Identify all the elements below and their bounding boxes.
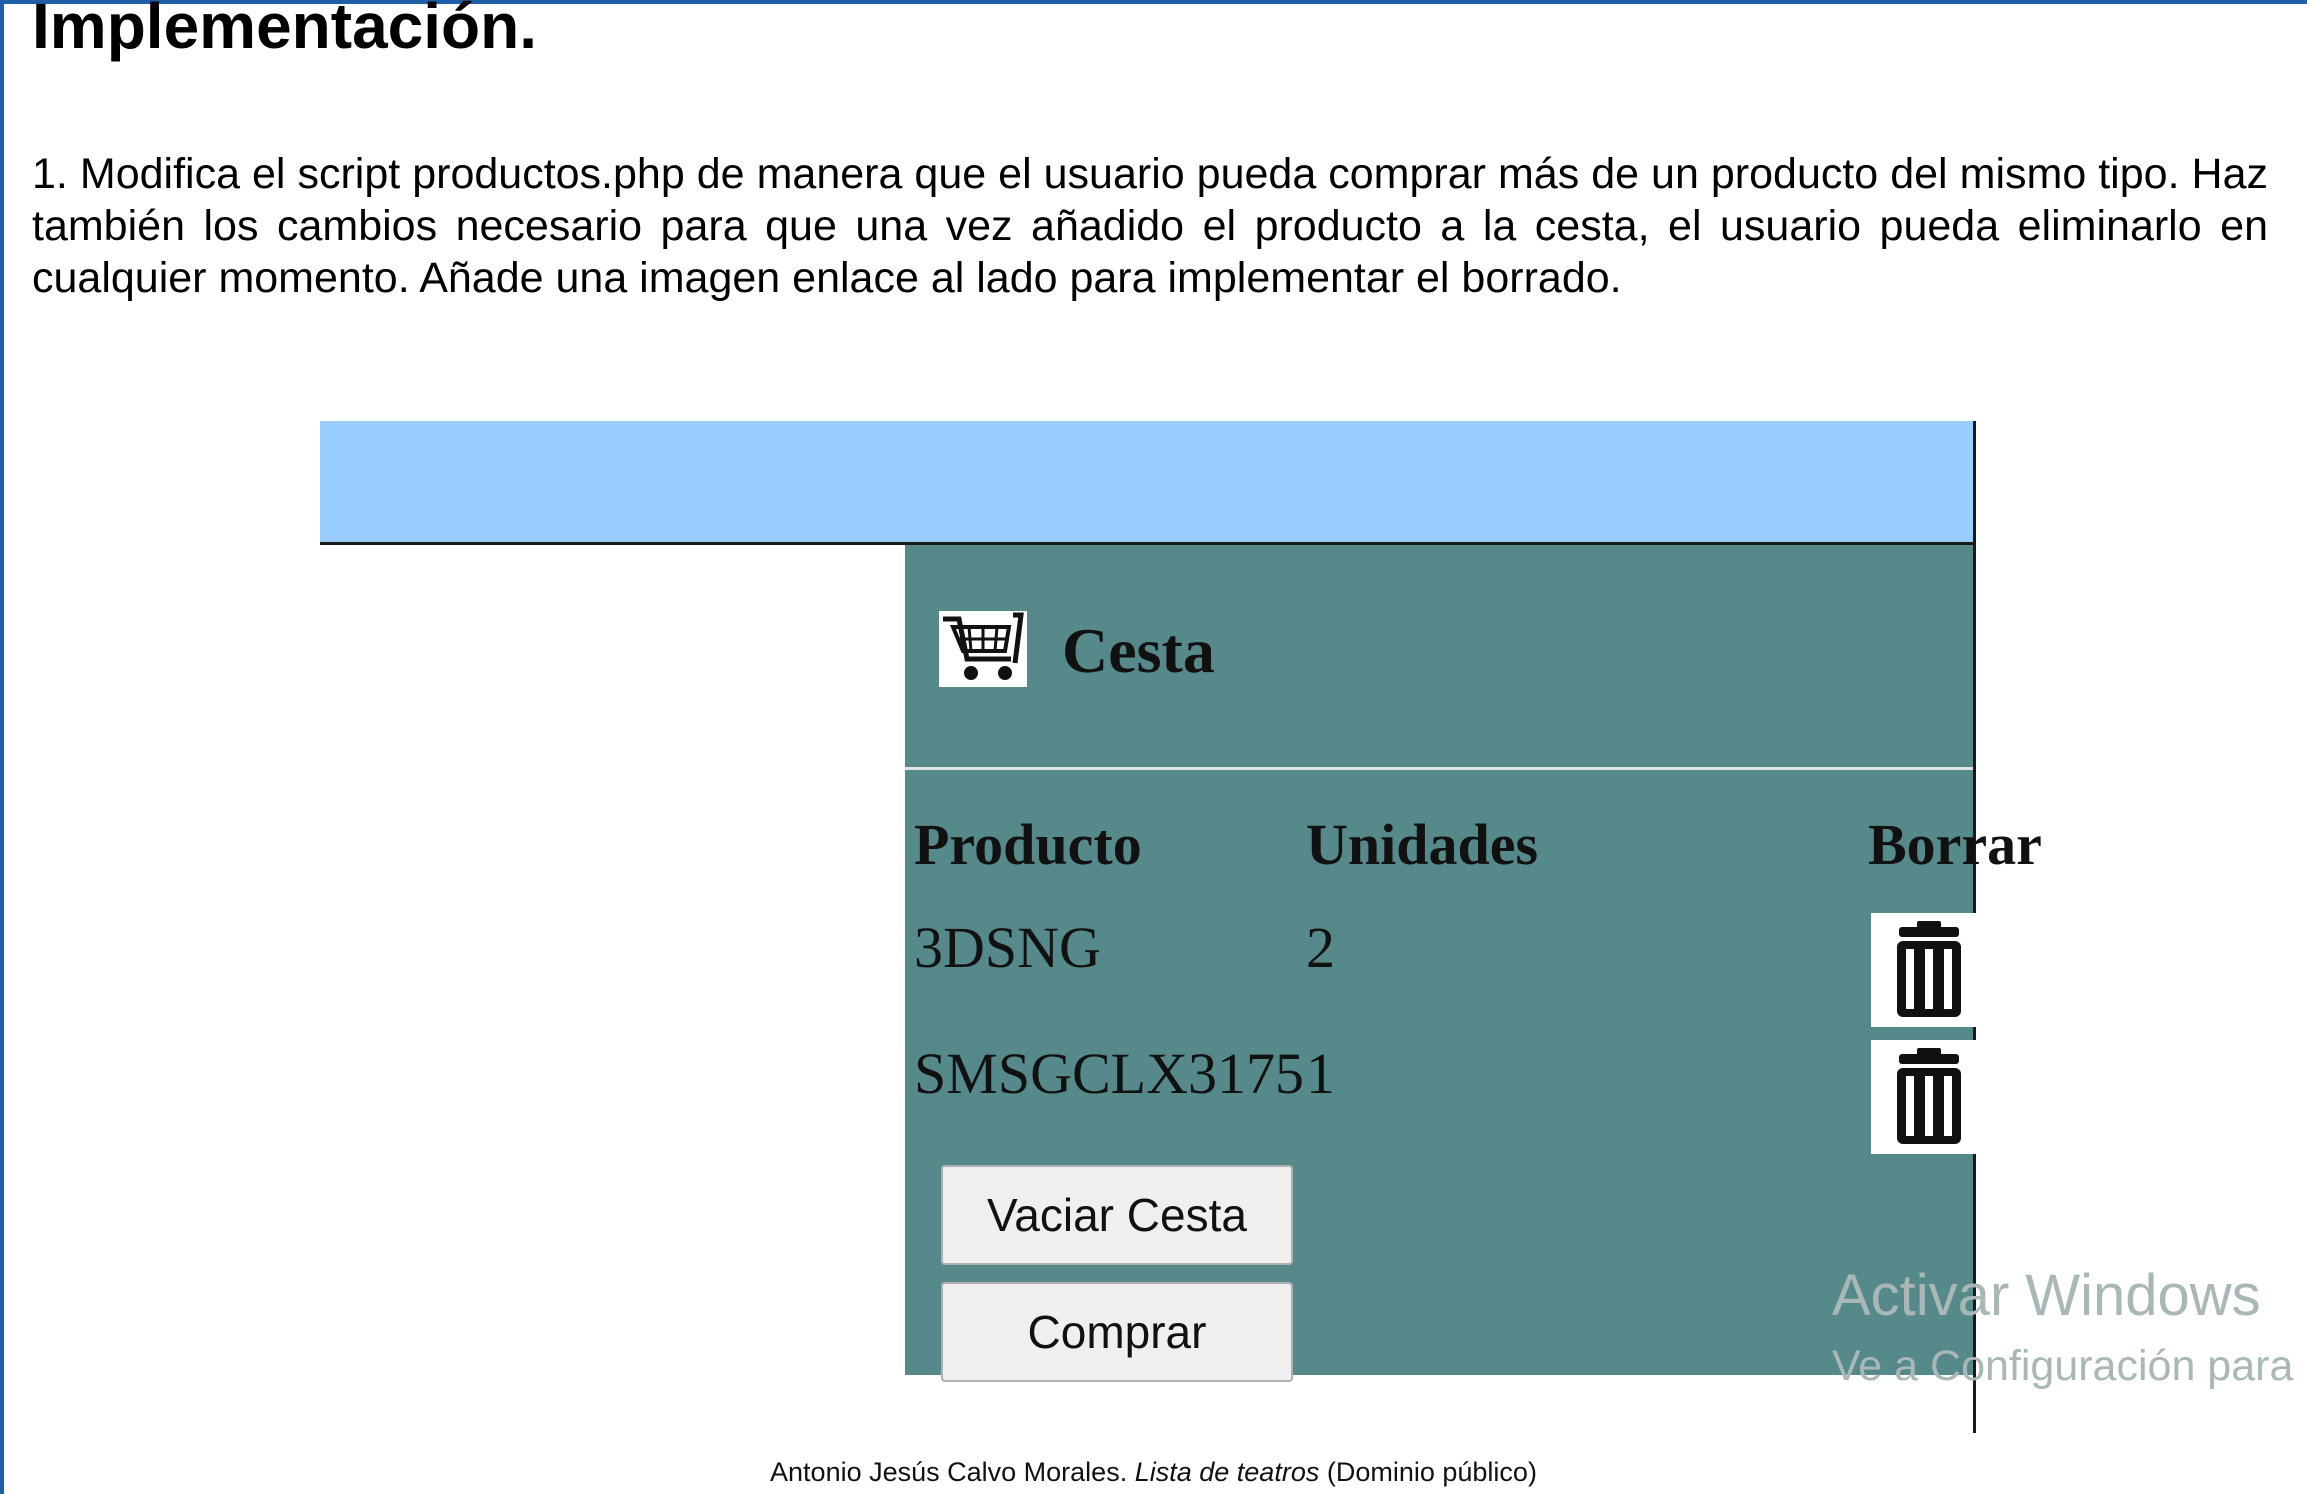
column-header-delete: Borrar [1868, 812, 2042, 877]
shopping-cart-icon [939, 611, 1027, 687]
caption-title: Lista de teatros [1134, 1457, 1320, 1487]
cart-divider [905, 767, 1973, 770]
caption-license: (Dominio público) [1326, 1457, 1537, 1487]
buy-button[interactable]: Comprar [941, 1282, 1293, 1382]
row-product: SMSGCLX3175 [914, 1041, 1304, 1106]
activation-watermark-subtitle: Ve a Configuración para [1832, 1342, 2294, 1390]
header-banner [320, 421, 1973, 545]
trash-icon[interactable] [1871, 913, 1987, 1027]
screenshot-figure: Cesta Producto Unidades Borrar 3DSNG 2 S… [320, 421, 2042, 1433]
caption-author: Antonio Jesús Calvo Morales. [770, 1457, 1128, 1487]
cart-panel: Cesta Producto Unidades Borrar 3DSNG 2 S… [905, 545, 2042, 1382]
row-product: 3DSNG [914, 915, 1101, 980]
activation-watermark-title: Activar Windows [1832, 1263, 2261, 1328]
section-heading: Implementación. [32, 0, 537, 62]
row-units: 2 [1306, 915, 1335, 980]
exercise-text: 1. Modifica el script productos.php de m… [32, 150, 2268, 302]
column-header-units: Unidades [1306, 812, 1539, 877]
column-header-product: Producto [914, 812, 1142, 877]
cart-title: Cesta [1062, 615, 1215, 686]
trash-icon[interactable] [1871, 1040, 1987, 1154]
window-left-border [0, 0, 4, 1494]
figure-caption: Antonio Jesús Calvo Morales. Lista de te… [0, 1457, 2307, 1488]
row-units: 1 [1306, 1041, 1335, 1106]
empty-cart-button[interactable]: Vaciar Cesta [941, 1165, 1293, 1265]
